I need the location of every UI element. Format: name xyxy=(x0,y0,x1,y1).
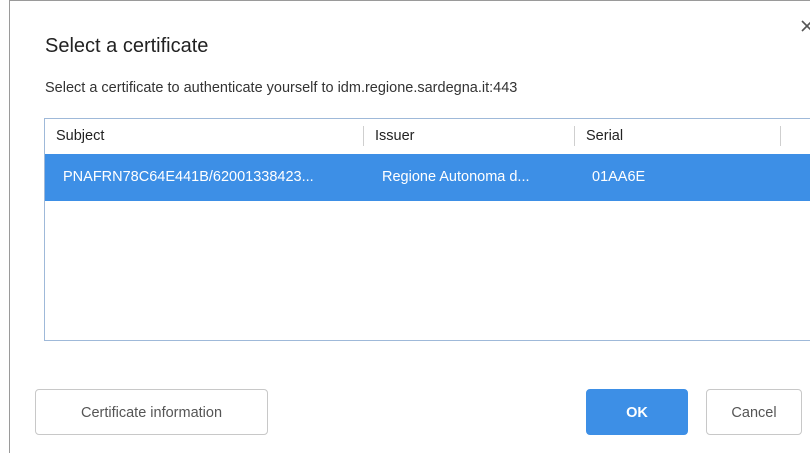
table-row[interactable]: PNAFRN78C64E441B/62001338423... Regione … xyxy=(45,154,810,201)
cell-subject: PNAFRN78C64E441B/62001338423... xyxy=(63,169,314,185)
dialog-subtitle: Select a certificate to authenticate you… xyxy=(45,80,518,96)
cell-issuer: Regione Autonoma d... xyxy=(382,169,530,185)
dialog-title: Select a certificate xyxy=(45,35,209,57)
column-header-serial[interactable]: Serial xyxy=(586,119,766,153)
close-icon[interactable] xyxy=(800,19,810,33)
cancel-button[interactable]: Cancel xyxy=(706,389,802,435)
column-divider[interactable] xyxy=(780,126,781,146)
table-header: Subject Issuer Serial xyxy=(45,119,810,153)
column-divider[interactable] xyxy=(574,126,575,146)
column-header-issuer[interactable]: Issuer xyxy=(375,119,555,153)
certificate-table: Subject Issuer Serial PNAFRN78C64E441B/6… xyxy=(44,118,810,341)
cell-serial: 01AA6E xyxy=(592,169,646,185)
ok-button[interactable]: OK xyxy=(586,389,688,435)
certificate-information-button[interactable]: Certificate information xyxy=(35,389,268,435)
column-divider[interactable] xyxy=(363,126,364,146)
column-header-subject[interactable]: Subject xyxy=(56,119,356,153)
select-certificate-dialog: Select a certificate Select a certificat… xyxy=(9,0,810,453)
